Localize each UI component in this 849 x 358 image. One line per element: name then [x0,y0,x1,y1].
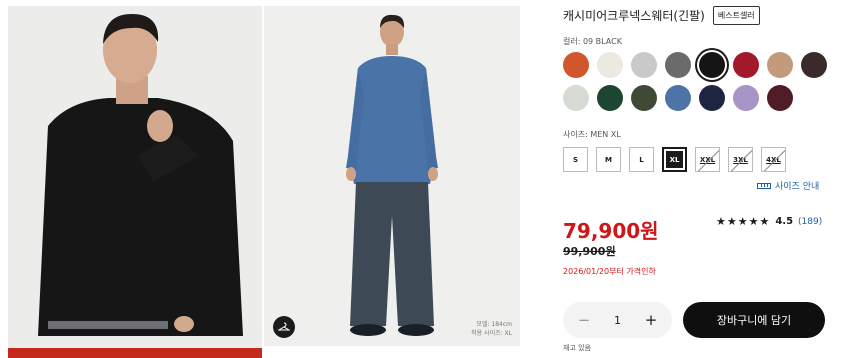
stock-status: 재고 있음 [563,344,591,352]
price-drop-note: 2026/01/20부터 가격인하 [563,267,656,276]
color-swatch-black[interactable] [699,52,725,78]
size-option-label: XXL [699,155,716,164]
ruler-icon [757,182,771,189]
model-height: 모델: 184cm [476,321,512,328]
size-option-m[interactable]: M [596,147,621,172]
size-option-3xl[interactable]: 3XL [728,147,753,172]
size-label: 사이즈: MEN XL [563,130,621,139]
title-row: 캐시미어크루넥스웨터(긴팔) 베스트셀러 [563,6,760,25]
product-info-panel: 캐시미어크루넥스웨터(긴팔) 베스트셀러 컬러: 09 BLACK 사이즈: M… [563,0,843,358]
color-swatch-orange[interactable] [563,52,589,78]
color-label: 컬러: 09 BLACK [563,37,622,46]
add-to-cart-button[interactable]: 장바구니에 담기 [683,302,825,338]
size-option-label: L [639,155,644,164]
hanger-icon[interactable] [273,316,295,338]
product-image-full-body[interactable]: 모델: 184cm 착용 사이즈: XL [264,6,520,346]
bestseller-badge: 베스트셀러 [712,6,760,25]
product-title: 캐시미어크루넥스웨터(긴팔) [563,9,705,23]
size-option-label: S [572,155,579,164]
size-options: S M L XL XXL 3XL 4XL [563,147,786,172]
color-swatch-dark-gray[interactable] [665,52,691,78]
color-swatch-wine[interactable] [767,85,793,111]
color-swatch-navy[interactable] [699,85,725,111]
color-swatch-dark-brown[interactable] [801,52,827,78]
size-option-l[interactable]: L [629,147,654,172]
size-guide-label: 사이즈 안내 [775,182,820,192]
size-option-xxl[interactable]: XXL [695,147,720,172]
next-image-peek [8,348,262,358]
size-option-xl[interactable]: XL [662,147,687,172]
color-swatch-off-white[interactable] [597,52,623,78]
color-swatch-lavender[interactable] [733,85,759,111]
rating[interactable]: ★★★★★ 4.5 (189) [716,215,822,228]
sale-price: 79,900원 [563,219,659,243]
qty-minus-button[interactable]: − [577,311,591,329]
quantity-stepper: − 1 + [563,302,672,338]
color-swatch-light-green[interactable] [563,85,589,111]
size-option-label: XL [669,155,680,164]
star-rating-icon: ★★★★★ [716,215,771,228]
color-swatch-camel[interactable] [767,52,793,78]
size-option-label: 4XL [766,155,781,164]
color-swatches [563,52,833,111]
model-info: 모델: 184cm 착용 사이즈: XL [471,320,512,338]
color-swatch-olive[interactable] [631,85,657,111]
review-count-link[interactable]: (189) [798,217,822,227]
size-option-label: 3XL [733,155,748,164]
model-black-sweater-illustration [8,6,262,358]
size-option-4xl[interactable]: 4XL [761,147,786,172]
model-size: 착용 사이즈: XL [471,330,512,337]
qty-value: 1 [614,313,621,327]
model-blue-sweater-illustration [264,6,520,346]
color-swatch-red[interactable] [733,52,759,78]
size-option-s[interactable]: S [563,147,588,172]
size-guide-link[interactable]: 사이즈 안내 [757,179,819,192]
color-swatch-blue[interactable] [665,85,691,111]
product-image-main[interactable] [8,6,262,358]
size-option-label: M [605,155,612,164]
original-price: 99,900원 [563,245,616,258]
rating-value: 4.5 [775,216,794,227]
color-swatch-light-gray[interactable] [631,52,657,78]
qty-plus-button[interactable]: + [644,311,658,329]
color-swatch-dark-green[interactable] [597,85,623,111]
